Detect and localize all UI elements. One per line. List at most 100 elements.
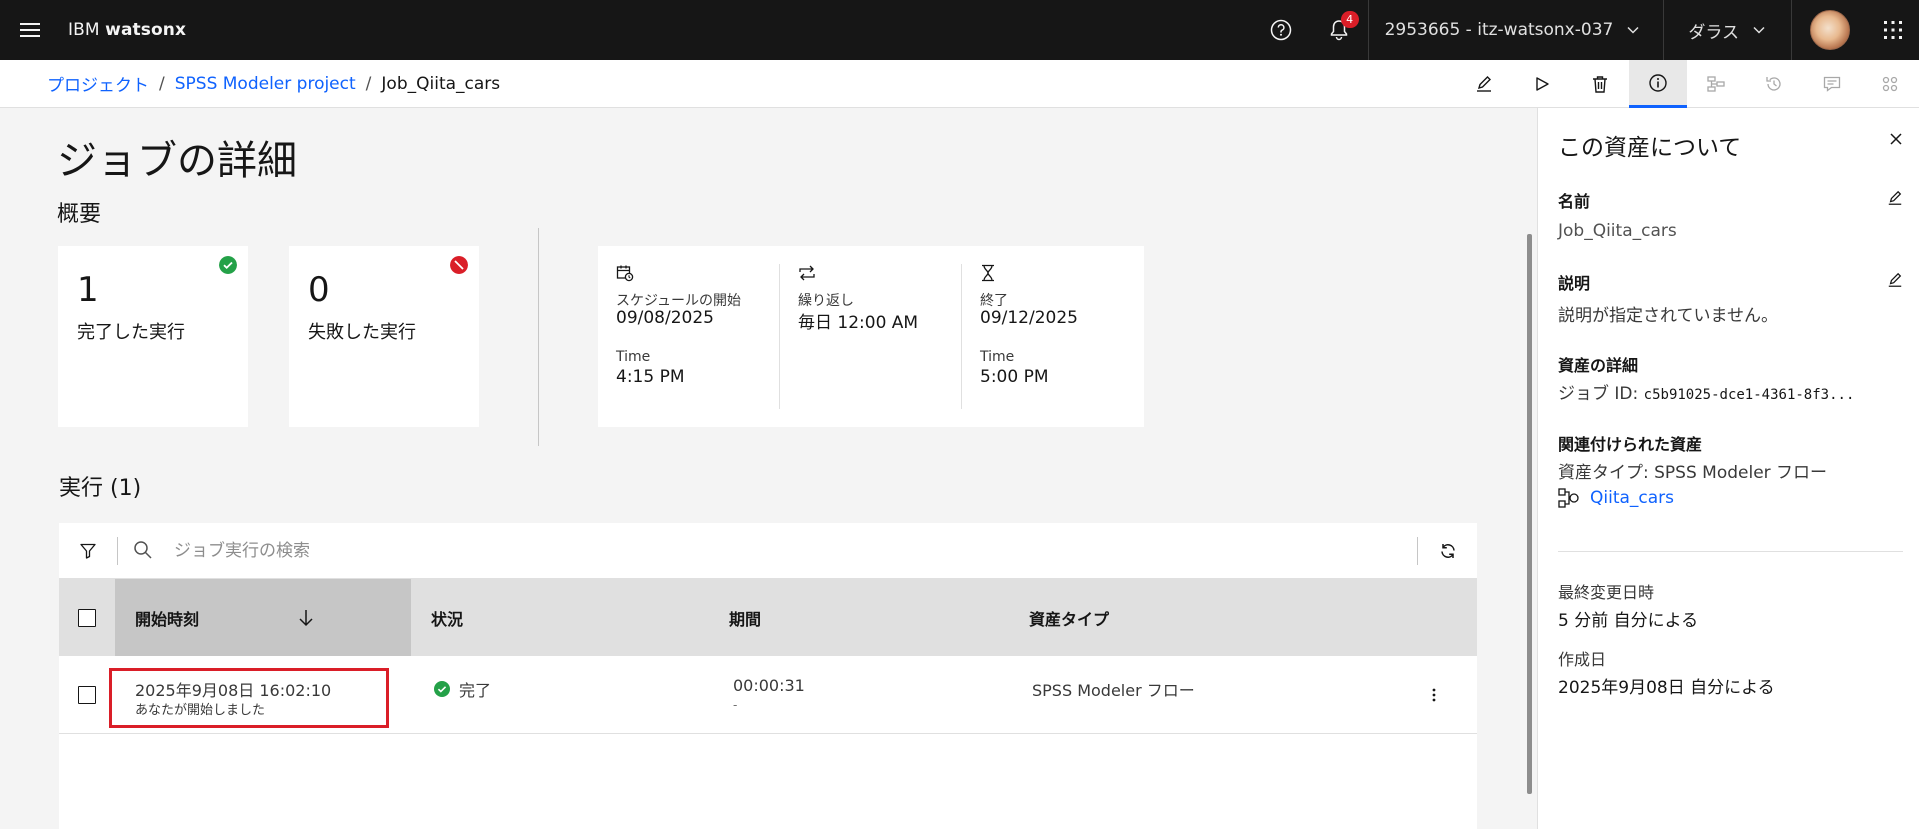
schedule-repeat: 繰り返し 毎日 12:00 AM (779, 264, 959, 409)
description-value: 説明が指定されていません。 (1558, 306, 1778, 326)
schedule-end: 終了 09/12/2025 Time 5:00 PM (961, 264, 1141, 409)
row-checkbox[interactable] (78, 686, 96, 704)
created-value: 2025年9月08日 自分による (1558, 678, 1775, 698)
overflow-menu-icon[interactable] (1430, 685, 1438, 705)
column-header-duration[interactable]: 期間 (729, 579, 989, 656)
chevron-down-icon (1753, 26, 1765, 34)
scrollbar[interactable] (1527, 234, 1532, 794)
brand-prefix: IBM (68, 20, 100, 40)
runs-table: 開始時刻 状況 期間 資産タイプ 2025年9月08日 16:02:10 あなた… (59, 523, 1477, 829)
table-row[interactable]: 2025年9月08日 16:02:10 あなたが開始しました 完了 00:00:… (59, 656, 1477, 734)
edit-icon[interactable] (1455, 60, 1513, 108)
main-content: ジョブの詳細 概要 1 完了した実行 0 失敗した実行 スケジュールの開始 09… (0, 108, 1532, 829)
related-asset-link[interactable]: Qiita_cars (1558, 488, 1674, 508)
user-avatar-button[interactable] (1791, 0, 1867, 60)
region-switcher[interactable]: ダラス (1663, 0, 1791, 60)
completed-runs-card: 1 完了した実行 (58, 246, 248, 427)
column-label: 期間 (729, 609, 762, 629)
history-icon[interactable] (1745, 60, 1803, 108)
toolbar-separator (117, 537, 118, 565)
completed-runs-count: 1 (77, 270, 99, 310)
column-header-status[interactable]: 状況 (431, 579, 691, 656)
account-label: 2953665 - itz-watsonx-037 (1384, 20, 1614, 40)
checkmark-icon (219, 256, 237, 274)
brand-name: watsonx (105, 20, 187, 40)
schedule-end-time-label: Time (980, 349, 1015, 365)
comment-icon[interactable] (1803, 60, 1861, 108)
edit-icon[interactable] (1887, 272, 1903, 288)
breadcrumb-project[interactable]: SPSS Modeler project (175, 74, 356, 94)
schedule-end-date: 09/12/2025 (980, 308, 1078, 328)
name-value: Job_Qiita_cars (1558, 221, 1677, 241)
search-input[interactable] (174, 533, 1374, 569)
account-switcher[interactable]: 2953665 - itz-watsonx-037 (1367, 0, 1664, 60)
repeat-icon (799, 265, 815, 281)
schedule-card: スケジュールの開始 09/08/2025 Time 4:15 PM 繰り返し 毎… (598, 246, 1144, 427)
app-switcher-icon[interactable] (1867, 0, 1919, 60)
breadcrumb-separator: / (365, 73, 372, 94)
related-asset-type: 資産タイプ: SPSS Modeler フロー (1558, 463, 1828, 483)
filter-icon[interactable] (59, 523, 117, 579)
runs-title: 実行 (1) (59, 476, 142, 501)
run-start-time[interactable]: 2025年9月08日 16:02:10 (135, 677, 331, 701)
play-icon[interactable] (1513, 60, 1571, 108)
column-label: 資産タイプ (1029, 609, 1110, 629)
schedule-start-label: スケジュールの開始 (616, 293, 742, 309)
page-title: ジョブの詳細 (57, 138, 297, 184)
job-id-value: c5b91025-dce1-4361-8f3... (1643, 387, 1855, 403)
schedule-repeat-label: 繰り返し (798, 293, 854, 309)
column-label: 状況 (431, 609, 464, 629)
select-all-checkbox[interactable] (78, 608, 96, 627)
schedule-start-time-label: Time (616, 349, 651, 365)
table-header: 開始時刻 状況 期間 資産タイプ (59, 579, 1477, 656)
run-asset-type: SPSS Modeler フロー (1032, 681, 1195, 700)
hourglass-icon (982, 264, 994, 282)
column-header-start-time[interactable]: 開始時刻 (115, 579, 411, 656)
related-assets-label: 関連付けられた資産 (1558, 435, 1703, 454)
lineage-icon[interactable] (1687, 60, 1745, 108)
info-icon[interactable] (1629, 60, 1687, 108)
schedule-start-date: 09/08/2025 (616, 308, 714, 328)
breadcrumb-bar: プロジェクト / SPSS Modeler project / Job_Qiit… (0, 60, 1919, 108)
column-header-asset-type[interactable]: 資産タイプ (1029, 579, 1289, 656)
column-label: 開始時刻 (135, 609, 200, 629)
created-label: 作成日 (1558, 650, 1607, 669)
last-modified-label: 最終変更日時 (1558, 583, 1655, 602)
breadcrumb-projects[interactable]: プロジェクト (47, 71, 149, 96)
global-header: IBM watsonx 4 2953665 - itz-watsonx-037 … (0, 0, 1919, 60)
schedule-repeat-value: 毎日 12:00 AM (798, 313, 919, 333)
settings-icon[interactable] (1861, 60, 1919, 108)
breadcrumb-current: Job_Qiita_cars (381, 73, 501, 94)
panel-title: この資産について (1558, 135, 1742, 161)
edit-icon[interactable] (1887, 190, 1903, 206)
select-all-cell (59, 579, 115, 656)
help-icon[interactable] (1252, 0, 1310, 60)
schedule-end-time: 5:00 PM (980, 367, 1049, 387)
notification-icon[interactable]: 4 (1310, 0, 1368, 60)
product-name[interactable]: IBM watsonx (68, 20, 186, 40)
region-label: ダラス (1688, 22, 1739, 43)
run-status: 完了 (434, 677, 491, 701)
completed-runs-label: 完了した実行 (77, 322, 185, 343)
refresh-icon[interactable] (1418, 523, 1477, 579)
close-icon[interactable] (1889, 132, 1903, 146)
avatar (1809, 10, 1850, 50)
panel-divider (1558, 551, 1903, 552)
run-duration-sub: - (733, 698, 738, 712)
chevron-down-icon (1627, 26, 1639, 34)
run-status-label: 完了 (459, 681, 492, 700)
delete-icon[interactable] (1571, 60, 1629, 108)
run-duration: 00:00:31 (733, 676, 805, 695)
breadcrumb-separator: / (159, 73, 165, 94)
related-asset-name[interactable]: Qiita_cars (1590, 488, 1674, 508)
notification-badge: 4 (1340, 11, 1359, 28)
search-icon (134, 541, 152, 559)
menu-icon[interactable] (0, 0, 60, 60)
schedule-start-time: 4:15 PM (616, 367, 685, 387)
job-id: ジョブ ID: c5b91025-dce1-4361-8f3... (1558, 379, 1854, 404)
last-modified-value: 5 分前 自分による (1558, 611, 1699, 631)
breadcrumb: プロジェクト / SPSS Modeler project / Job_Qiit… (47, 71, 501, 97)
arrow-down-icon (299, 610, 313, 627)
description-label: 説明 (1558, 274, 1591, 293)
failed-runs-label: 失敗した実行 (308, 322, 416, 343)
